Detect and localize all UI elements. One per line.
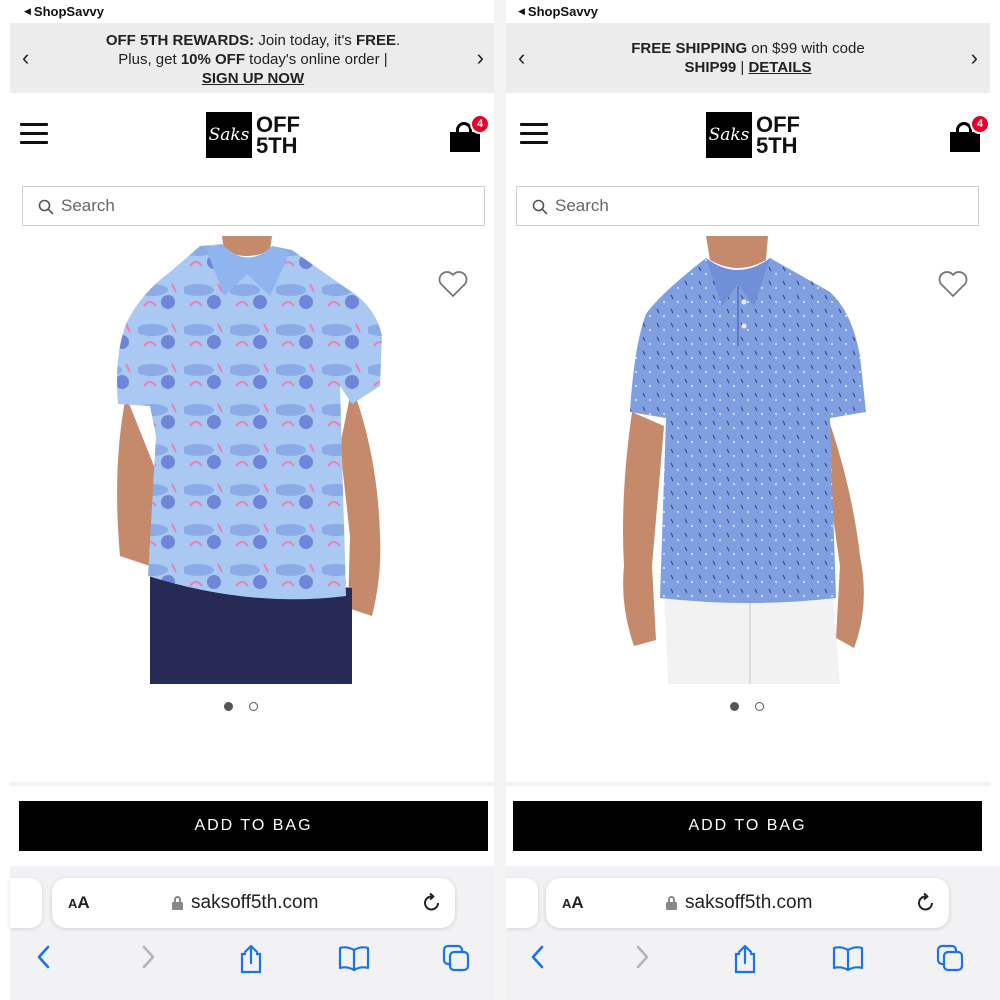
address-bar[interactable]: AA saksoff5th.com: [52, 878, 455, 928]
search-icon: [38, 199, 54, 215]
logo-line: OFF: [256, 112, 300, 137]
logo-wordmark: OFF 5TH: [756, 112, 800, 158]
logo-script: Saks: [706, 112, 752, 158]
add-to-bag-button[interactable]: ADD TO BAG: [19, 801, 488, 851]
promo-banner: ‹ FREE SHIPPING on $99 with code SHIP99 …: [506, 23, 990, 93]
back-icon[interactable]: [528, 944, 548, 970]
promo-banner: ‹ OFF 5TH REWARDS: Join today, it's FREE…: [10, 23, 494, 93]
back-icon[interactable]: [34, 944, 54, 970]
sign-up-link[interactable]: SIGN UP NOW: [202, 70, 304, 87]
bookmarks-icon[interactable]: [338, 944, 370, 972]
promo-bold: 10% OFF: [180, 51, 246, 68]
lock-icon: [172, 896, 183, 910]
shopping-bag-icon[interactable]: 4: [948, 114, 990, 152]
reload-icon[interactable]: [421, 892, 443, 914]
promo-bold: SHIP99: [684, 59, 737, 76]
carousel-dots: [0, 702, 488, 711]
back-arrow-icon: ◀: [24, 6, 31, 16]
panel-divider: [494, 0, 506, 1000]
product-image[interactable]: [0, 236, 494, 686]
logo-wordmark: OFF 5TH: [256, 112, 300, 158]
promo-text-part: .: [396, 32, 401, 49]
promo-text: OFF 5TH REWARDS: Join today, it's FREE. …: [50, 31, 456, 88]
back-arrow-icon: ◀: [518, 6, 525, 16]
forward-icon[interactable]: [138, 944, 158, 970]
search-input[interactable]: [61, 193, 461, 219]
section-separator: [506, 782, 990, 786]
promo-bold: FREE: [355, 32, 396, 49]
address-bar[interactable]: AA saksoff5th.com: [546, 878, 949, 928]
bookmarks-icon[interactable]: [832, 944, 864, 972]
product-photo-right: [623, 236, 866, 684]
saks-off5th-logo[interactable]: Saks OFF 5TH: [706, 112, 800, 158]
logo-script: Saks: [206, 112, 252, 158]
reader-aa-button[interactable]: AA: [68, 893, 90, 913]
promo-text: FREE SHIPPING on $99 with code SHIP99 | …: [546, 39, 950, 77]
safari-bottom-bar: AA saksoff5th.com: [10, 866, 494, 1000]
site-header: Saks OFF 5TH 4: [0, 100, 494, 170]
search-input[interactable]: [555, 193, 955, 219]
safari-toolbar: [506, 940, 1000, 980]
promo-text-part: on $99 with code: [747, 40, 865, 57]
section-separator: [10, 782, 494, 786]
details-link[interactable]: DETAILS: [748, 59, 811, 76]
cart-count-badge: 4: [970, 114, 990, 134]
reader-aa-button[interactable]: AA: [562, 893, 584, 913]
saks-off5th-logo[interactable]: Saks OFF 5TH: [206, 112, 300, 158]
heart-icon[interactable]: [438, 270, 468, 298]
tabs-icon[interactable]: [936, 944, 964, 972]
previous-tab-peek[interactable]: [10, 878, 42, 928]
url-display: saksoff5th.com: [666, 892, 812, 914]
share-icon[interactable]: [238, 944, 264, 974]
hamburger-icon[interactable]: [520, 123, 548, 145]
screenshot-left: ◀ ShopSavvy ‹ OFF 5TH REWARDS: Join toda…: [0, 0, 494, 1000]
search-icon: [532, 199, 548, 215]
hamburger-icon[interactable]: [20, 123, 48, 145]
product-image[interactable]: [506, 236, 994, 686]
status-back-label: ShopSavvy: [33, 4, 105, 19]
chevron-left-icon[interactable]: ‹: [22, 47, 29, 69]
carousel-dot-1[interactable]: [730, 702, 739, 711]
url-text: saksoff5th.com: [685, 892, 813, 913]
logo-line: 5TH: [756, 133, 798, 158]
chevron-left-icon[interactable]: ‹: [518, 47, 525, 69]
previous-tab-peek[interactable]: [506, 878, 538, 928]
promo-bold: FREE SHIPPING: [631, 40, 748, 57]
promo-bold: OFF 5TH REWARDS:: [105, 32, 255, 49]
status-back-link[interactable]: ◀ ShopSavvy: [518, 4, 598, 19]
chevron-right-icon[interactable]: ›: [971, 47, 978, 69]
tabs-icon[interactable]: [442, 944, 470, 972]
product-photo-left: [117, 236, 382, 684]
share-icon[interactable]: [732, 944, 758, 974]
url-display: saksoff5th.com: [172, 892, 318, 914]
screenshot-right: ◀ ShopSavvy ‹ FREE SHIPPING on $99 with …: [506, 0, 1000, 1000]
logo-line: OFF: [756, 112, 800, 137]
promo-text-part: |: [736, 59, 749, 76]
safari-bottom-bar: AA saksoff5th.com: [506, 866, 1000, 1000]
site-header: Saks OFF 5TH 4: [506, 100, 994, 170]
reload-icon[interactable]: [915, 892, 937, 914]
url-text: saksoff5th.com: [191, 892, 319, 913]
shopping-bag-icon[interactable]: 4: [448, 114, 490, 152]
cart-count-badge: 4: [470, 114, 490, 134]
logo-line: 5TH: [256, 133, 298, 158]
promo-text-part: Join today, it's: [254, 32, 356, 49]
carousel-dot-1[interactable]: [224, 702, 233, 711]
promo-text-part: Plus, get: [118, 51, 181, 68]
heart-icon[interactable]: [938, 270, 968, 298]
lock-icon: [666, 896, 677, 910]
chevron-right-icon[interactable]: ›: [477, 47, 484, 69]
safari-toolbar: [10, 940, 494, 980]
add-to-bag-button[interactable]: ADD TO BAG: [513, 801, 982, 851]
forward-icon[interactable]: [632, 944, 652, 970]
status-back-link[interactable]: ◀ ShopSavvy: [24, 4, 104, 19]
carousel-dot-2[interactable]: [755, 702, 764, 711]
status-back-label: ShopSavvy: [527, 4, 599, 19]
promo-text-part: today's online order |: [245, 51, 388, 68]
search-bar[interactable]: [516, 186, 979, 226]
carousel-dots: [506, 702, 994, 711]
carousel-dot-2[interactable]: [249, 702, 258, 711]
search-bar[interactable]: [22, 186, 485, 226]
